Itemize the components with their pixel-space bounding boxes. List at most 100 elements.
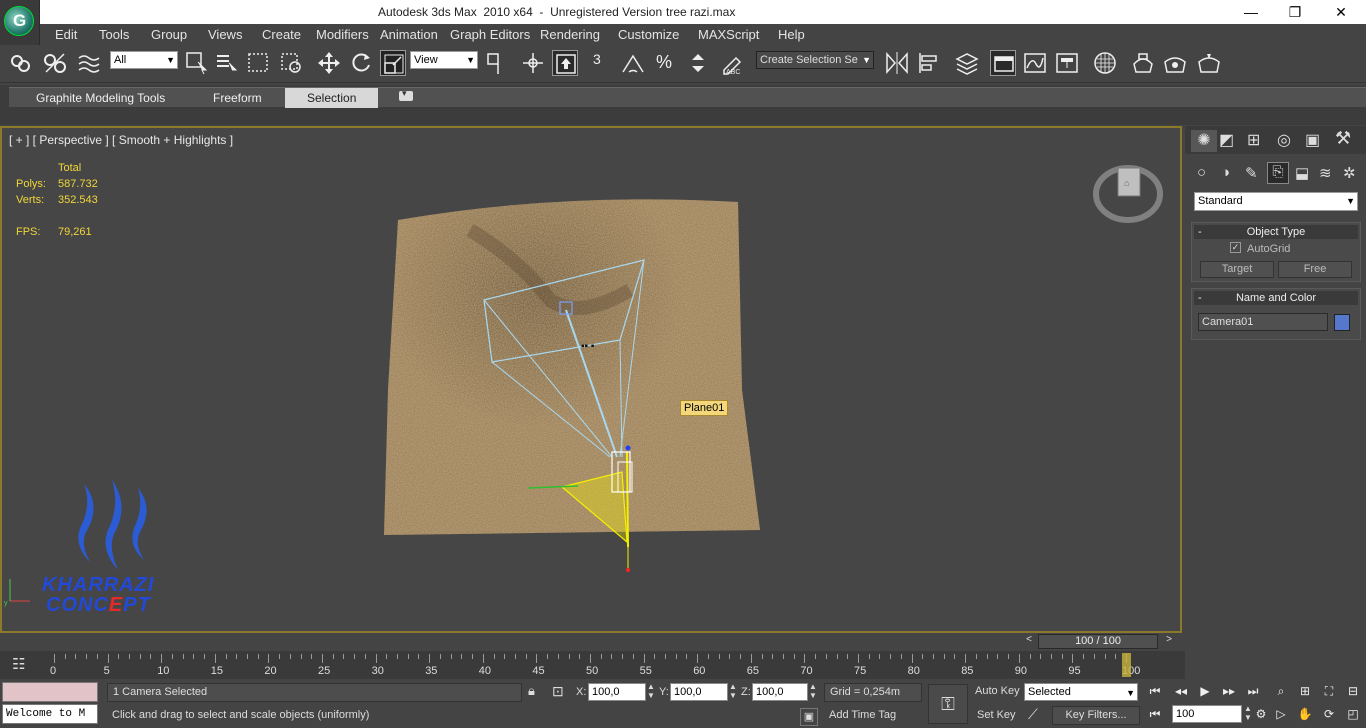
key-mode-dropdown[interactable]: Selected ▼ <box>1024 683 1138 701</box>
curve-editor-icon[interactable] <box>1022 50 1048 76</box>
geometry-icon[interactable]: ○ <box>1197 164 1206 181</box>
default-in-out-tangent-icon[interactable]: ⟋ <box>1028 706 1038 723</box>
time-configuration-icon[interactable]: ⚙ <box>1252 705 1270 723</box>
bind-to-space-warp-icon[interactable] <box>76 50 102 76</box>
play-icon[interactable]: ▶ <box>1196 682 1214 700</box>
edit-named-selection-icon[interactable]: ABC <box>720 50 746 76</box>
select-by-name-icon[interactable] <box>214 50 240 76</box>
motion-tab-icon[interactable]: ◎ <box>1277 130 1291 150</box>
close-button[interactable]: ✕ <box>1318 0 1364 24</box>
menu-create[interactable]: Create <box>262 27 301 42</box>
align-icon[interactable] <box>916 50 942 76</box>
keyboard-shortcut-override-icon[interactable] <box>552 50 578 76</box>
field-of-view-icon[interactable]: ▷ <box>1272 705 1290 723</box>
render-production-icon[interactable] <box>1196 50 1222 76</box>
spinner-snap-icon[interactable] <box>686 50 712 76</box>
zoom-all-icon[interactable]: ⊞ <box>1296 682 1314 700</box>
name-and-color-header[interactable]: - Name and Color <box>1194 291 1358 305</box>
set-keys-key-icon[interactable]: ⚿ <box>928 684 968 724</box>
object-name-field[interactable]: Camera01 <box>1198 313 1328 331</box>
mirror-icon[interactable] <box>884 50 910 76</box>
create-tab-icon[interactable]: ✺ <box>1191 130 1217 152</box>
maxscript-mini-listener[interactable]: Welcome to M <box>2 704 98 724</box>
menu-views[interactable]: Views <box>208 27 242 42</box>
next-frame-icon[interactable]: > <box>1162 634 1176 649</box>
next-key-icon[interactable]: ▸▸ <box>1220 682 1238 700</box>
pivot-center-icon[interactable] <box>484 50 510 76</box>
minimize-button[interactable]: — <box>1228 0 1274 24</box>
space-warps-icon[interactable]: ≋ <box>1319 164 1332 182</box>
rendered-frame-window-icon[interactable] <box>1162 50 1188 76</box>
key-filters-button[interactable]: Key Filters... <box>1052 706 1140 725</box>
select-and-scale-icon[interactable] <box>380 50 406 76</box>
current-frame-field[interactable]: 100 <box>1172 705 1242 723</box>
time-tag-icon[interactable]: ▣ <box>800 708 818 726</box>
angle-snap-icon[interactable] <box>620 50 646 76</box>
maximize-button[interactable]: ❐ <box>1272 0 1318 24</box>
menu-group[interactable]: Group <box>151 27 187 42</box>
render-setup-icon[interactable] <box>1130 50 1156 76</box>
menu-help[interactable]: Help <box>778 27 805 42</box>
object-type-header[interactable]: - Object Type <box>1194 225 1358 239</box>
y-coordinate-field[interactable]: 100,0 <box>670 683 728 701</box>
previous-frame-icon[interactable]: < <box>1022 634 1036 649</box>
add-time-tag[interactable]: Add Time Tag <box>824 707 922 726</box>
percent-snap-icon[interactable]: % <box>654 50 680 76</box>
current-frame-marker[interactable] <box>1122 653 1131 677</box>
perspective-viewport[interactable]: [ + ] [ Perspective ] [ Smooth + Highlig… <box>0 126 1182 633</box>
auto-key-button[interactable]: Auto Key <box>970 683 1022 702</box>
display-tab-icon[interactable]: ▣ <box>1305 130 1320 150</box>
x-coordinate-field[interactable]: 100,0 <box>588 683 646 701</box>
menu-graph-editors[interactable]: Graph Editors <box>450 27 530 42</box>
menu-modifiers[interactable]: Modifiers <box>316 27 369 42</box>
maxscript-mini-listener-pink[interactable] <box>2 682 98 702</box>
material-editor-icon[interactable] <box>1092 50 1118 76</box>
systems-icon[interactable]: ✲ <box>1343 164 1356 182</box>
menu-tools[interactable]: Tools <box>99 27 129 42</box>
lock-selection-icon[interactable]: 🔒︎ <box>528 683 535 699</box>
object-category-dropdown[interactable]: Standard ▼ <box>1194 192 1358 211</box>
snap-toggle-label[interactable]: 3 <box>593 51 601 67</box>
viewport-label[interactable]: [ + ] [ Perspective ] [ Smooth + Highlig… <box>9 133 233 147</box>
time-slider[interactable]: < 100 / 100 > <box>0 633 1182 650</box>
set-key-button[interactable]: Set Key <box>970 707 1022 726</box>
layer-manager-icon[interactable] <box>954 50 980 76</box>
viewcube[interactable]: ⌂ <box>1092 158 1164 224</box>
track-bar[interactable]: ☷ 0 5 10 15 20 25 30 35 40 45 50 55 60 65 70 75 80 85 90 95… <box>0 651 1185 679</box>
schematic-view-icon[interactable] <box>1054 50 1080 76</box>
menu-rendering[interactable]: Rendering <box>540 27 600 42</box>
orbit-icon[interactable]: ⟳ <box>1320 705 1338 723</box>
select-and-manipulate-icon[interactable] <box>520 50 546 76</box>
go-to-end-icon[interactable]: ⏭ <box>1244 682 1262 700</box>
menu-maxscript[interactable]: MAXScript <box>698 27 759 42</box>
z-spinner-icon[interactable]: ▲ ▼ <box>809 682 817 700</box>
graphite-toggle-icon[interactable] <box>990 50 1016 76</box>
y-spinner-icon[interactable]: ▲ ▼ <box>729 682 737 700</box>
target-camera-button[interactable]: Target <box>1200 261 1274 278</box>
modify-tab-icon[interactable]: ◩ <box>1219 130 1234 150</box>
pan-view-icon[interactable]: ✋ <box>1296 705 1314 723</box>
zoom-icon[interactable]: ⌕ <box>1272 682 1290 700</box>
shapes-icon[interactable]: ◑ <box>1221 164 1230 181</box>
object-color-swatch[interactable] <box>1334 314 1350 331</box>
named-selection-sets-dropdown[interactable]: Create Selection Se ▼ <box>756 51 874 69</box>
selection-filter-dropdown[interactable]: All ▼ <box>110 51 178 69</box>
key-mode-toggle-icon[interactable]: ⏮ <box>1146 705 1164 723</box>
camera01-frustum[interactable] <box>472 252 662 582</box>
absolute-mode-icon[interactable]: ⊡ <box>552 683 564 700</box>
time-slider-thumb[interactable]: 100 / 100 <box>1038 634 1158 649</box>
helpers-icon[interactable]: ⬓ <box>1295 164 1309 182</box>
select-object-icon[interactable] <box>184 50 210 76</box>
free-camera-button[interactable]: Free <box>1278 261 1352 278</box>
tab-freeform[interactable]: Freeform <box>213 91 262 105</box>
lights-icon[interactable]: ✎ <box>1245 164 1258 182</box>
select-and-move-icon[interactable] <box>316 50 342 76</box>
menu-animation[interactable]: Animation <box>380 27 438 42</box>
rectangular-selection-icon[interactable] <box>246 50 272 76</box>
select-and-link-icon[interactable] <box>8 50 34 76</box>
window-crossing-icon[interactable] <box>278 50 304 76</box>
application-button[interactable]: G <box>0 0 40 45</box>
z-coordinate-field[interactable]: 100,0 <box>752 683 808 701</box>
mini-curve-editor-icon[interactable]: ☷ <box>12 655 25 673</box>
tab-selection[interactable]: Selection <box>285 88 379 108</box>
